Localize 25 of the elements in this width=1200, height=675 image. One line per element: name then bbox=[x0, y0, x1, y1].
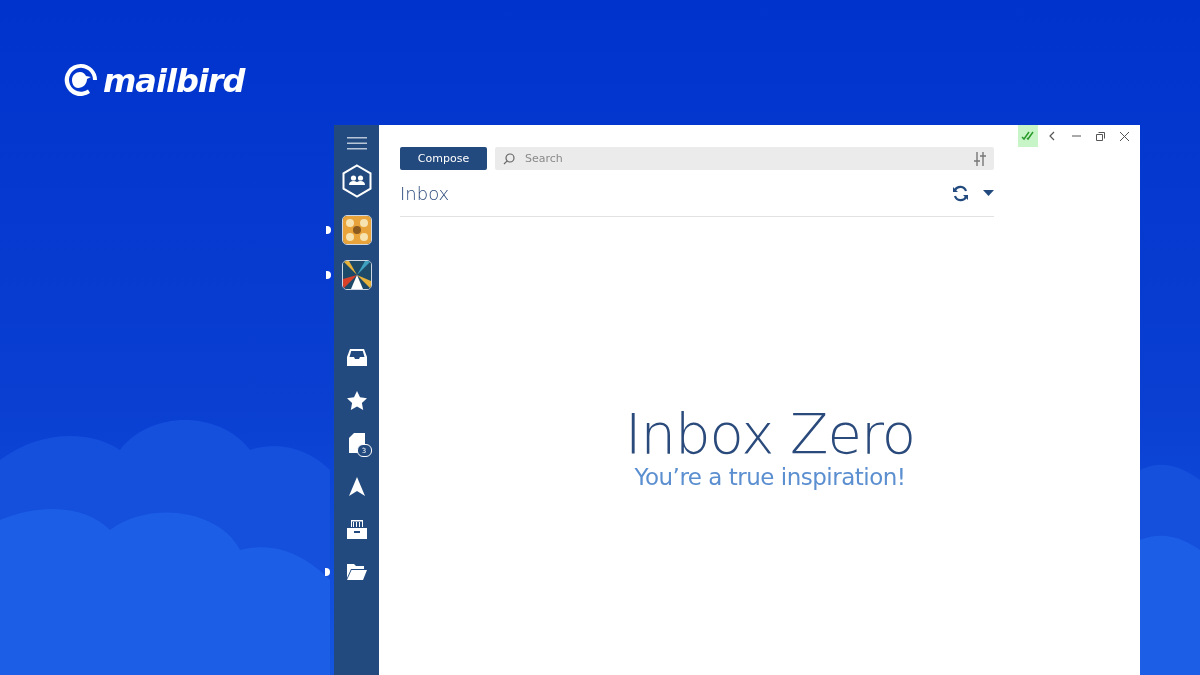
star-icon bbox=[346, 390, 367, 410]
search-field[interactable]: Search bbox=[523, 151, 966, 166]
filter-sliders-icon[interactable] bbox=[974, 151, 986, 166]
compose-button[interactable]: Compose bbox=[400, 147, 487, 170]
chevron-left-icon bbox=[1049, 131, 1055, 141]
close-icon bbox=[1119, 131, 1129, 141]
contacts-icon[interactable] bbox=[340, 164, 373, 198]
restore-icon bbox=[1095, 131, 1105, 141]
search-icon bbox=[503, 152, 515, 165]
double-check-icon bbox=[1021, 131, 1035, 141]
search-bar[interactable]: Search bbox=[495, 147, 994, 170]
check-button[interactable] bbox=[1018, 125, 1038, 147]
dropdown-caret-icon[interactable] bbox=[983, 190, 994, 196]
inbox-tray-icon bbox=[346, 348, 367, 366]
refresh-icon[interactable] bbox=[952, 184, 969, 202]
folder-icon bbox=[346, 564, 367, 580]
empty-state-heading: Inbox Zero bbox=[625, 405, 915, 464]
document-icon bbox=[348, 433, 365, 453]
archive-box-icon bbox=[346, 519, 367, 539]
mailbox-title: Inbox bbox=[400, 182, 451, 204]
empty-state-message: You’re a true inspiration! bbox=[634, 463, 906, 490]
minimize-icon bbox=[1071, 135, 1081, 137]
brand-name: mailbird bbox=[103, 62, 245, 100]
navigation-arrow-icon bbox=[348, 476, 365, 496]
menu-icon[interactable] bbox=[346, 137, 367, 150]
